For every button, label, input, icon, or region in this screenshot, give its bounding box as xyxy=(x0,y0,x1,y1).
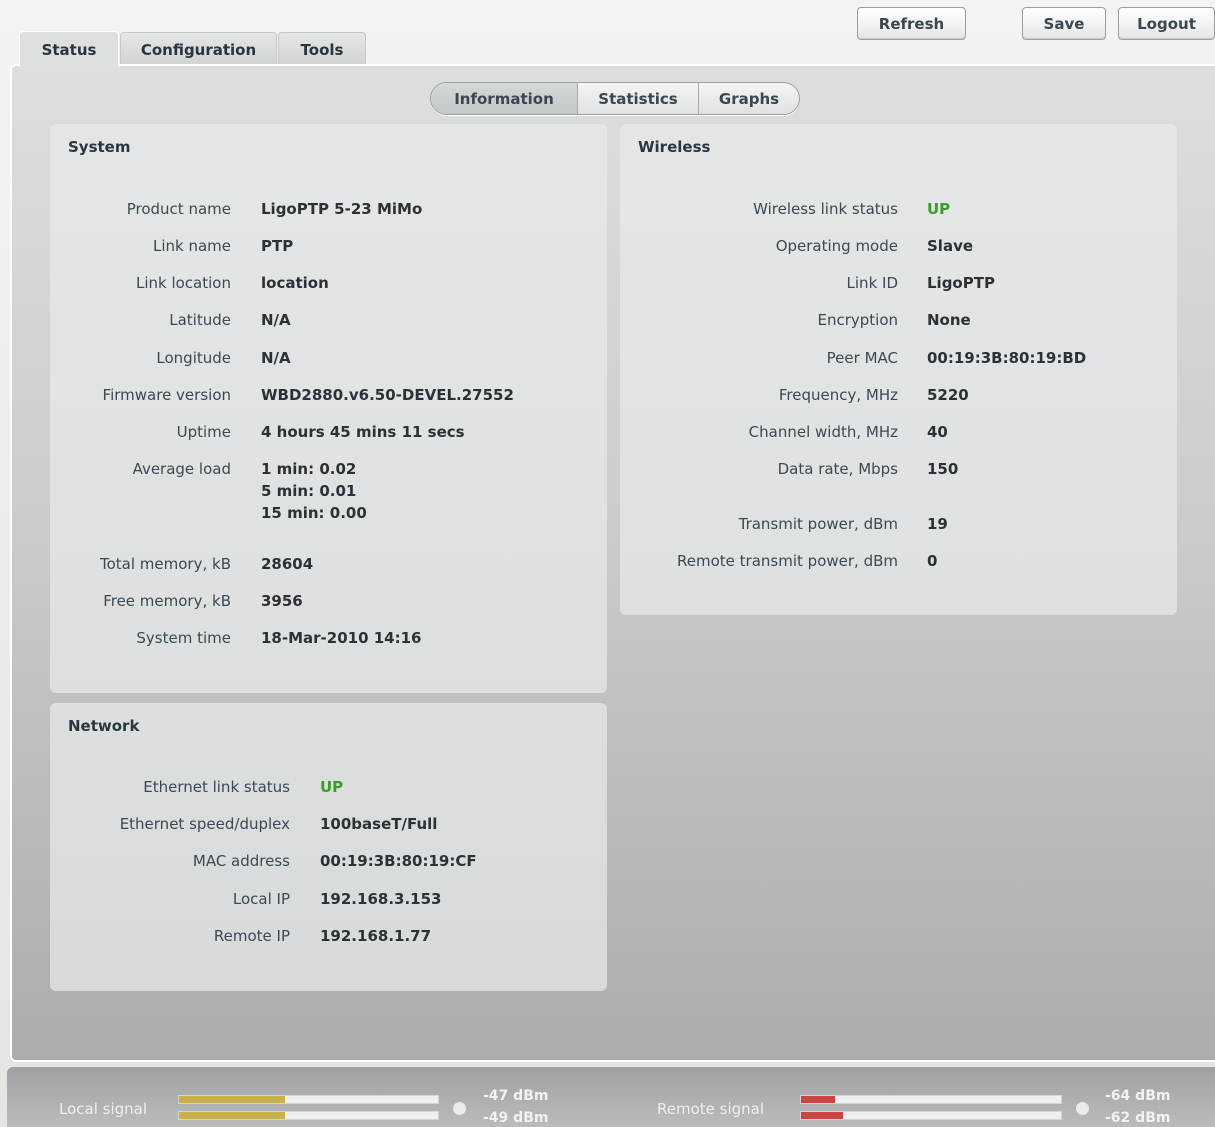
link-id-value: LigoPTP xyxy=(927,274,995,292)
longitude-label: Longitude xyxy=(156,349,231,367)
transmit-power-value: 19 xyxy=(927,515,948,533)
tab-configuration[interactable]: Configuration xyxy=(120,32,277,66)
data-rate-value: 150 xyxy=(927,460,959,478)
signal-footer: Local signal -47 dBm -49 dBm Remote sign… xyxy=(7,1067,1215,1127)
top-bar: Status Configuration Tools Refresh Save … xyxy=(0,0,1215,67)
save-button[interactable]: Save xyxy=(1022,7,1106,40)
channel-width-value: 40 xyxy=(927,423,948,441)
ethernet-status-value: UP xyxy=(320,778,344,796)
local-signal-label: Local signal xyxy=(59,1100,148,1118)
local-signal-chain0: -47 dBm xyxy=(483,1088,549,1104)
encryption-label: Encryption xyxy=(817,311,898,329)
remote-signal-bar-1 xyxy=(800,1111,1062,1120)
average-load-label: Average load xyxy=(132,460,231,478)
link-id-label: Link ID xyxy=(846,274,898,292)
local-signal-bar-0 xyxy=(178,1095,439,1104)
wireless-status-value: UP xyxy=(927,200,951,218)
refresh-button[interactable]: Refresh xyxy=(857,7,966,40)
logout-button[interactable]: Logout xyxy=(1118,7,1215,40)
subtab-information[interactable]: Information xyxy=(431,83,578,114)
subtab-statistics[interactable]: Statistics xyxy=(578,83,699,114)
frequency-label: Frequency, MHz xyxy=(778,386,898,404)
mac-address-label: MAC address xyxy=(192,852,290,870)
local-signal-chain1: -49 dBm xyxy=(483,1110,549,1126)
operating-mode-label: Operating mode xyxy=(775,237,898,255)
peer-mac-value: 00:19:3B:80:19:BD xyxy=(927,349,1087,367)
local-signal-bar-1 xyxy=(178,1111,439,1120)
average-load-5min: 5 min: 0.01 xyxy=(261,482,357,500)
remote-signal-indicator-icon xyxy=(1076,1102,1089,1115)
data-rate-label: Data rate, Mbps xyxy=(777,460,898,478)
product-name-value: LigoPTP 5-23 MiMo xyxy=(261,200,423,218)
wireless-status-label: Wireless link status xyxy=(753,200,898,218)
transmit-power-label: Transmit power, dBm xyxy=(738,515,898,533)
tab-tools[interactable]: Tools xyxy=(278,32,366,66)
uptime-value: 4 hours 45 mins 11 secs xyxy=(261,423,465,441)
remote-transmit-power-value: 0 xyxy=(927,552,938,570)
system-time-value: 18-Mar-2010 14:16 xyxy=(261,629,422,647)
link-name-label: Link name xyxy=(152,237,231,255)
uptime-label: Uptime xyxy=(176,423,231,441)
tab-status[interactable]: Status xyxy=(19,31,119,67)
remote-signal-bar-0 xyxy=(800,1095,1062,1104)
encryption-value: None xyxy=(927,311,971,329)
average-load-1min: 1 min: 0.02 xyxy=(261,460,357,478)
average-load-15min: 15 min: 0.00 xyxy=(261,504,367,522)
remote-signal-chain1: -62 dBm xyxy=(1105,1110,1171,1126)
subtab-graphs[interactable]: Graphs xyxy=(699,83,799,114)
network-title: Network xyxy=(68,717,140,735)
link-location-label: Link location xyxy=(135,274,231,292)
network-panel: Network Ethernet link status UP Ethernet… xyxy=(50,703,607,991)
link-name-value: PTP xyxy=(261,237,294,255)
latitude-value: N/A xyxy=(261,311,291,329)
remote-ip-value: 192.168.1.77 xyxy=(320,927,432,945)
local-ip-value: 192.168.3.153 xyxy=(320,890,442,908)
wireless-title: Wireless xyxy=(638,138,711,156)
remote-signal-chain0: -64 dBm xyxy=(1105,1088,1171,1104)
remote-transmit-power-label: Remote transmit power, dBm xyxy=(677,552,898,570)
system-time-label: System time xyxy=(136,629,231,647)
free-memory-value: 3956 xyxy=(261,592,303,610)
latitude-label: Latitude xyxy=(169,311,231,329)
operating-mode-value: Slave xyxy=(927,237,974,255)
ethernet-status-label: Ethernet link status xyxy=(143,778,290,796)
firmware-value: WBD2880.v6.50-DEVEL.27552 xyxy=(261,386,514,404)
frequency-value: 5220 xyxy=(927,386,969,404)
ethernet-speed-value: 100baseT/Full xyxy=(320,815,438,833)
longitude-value: N/A xyxy=(261,349,291,367)
wireless-panel: Wireless Wireless link status UP Operati… xyxy=(620,124,1177,615)
remote-signal-label: Remote signal xyxy=(657,1100,765,1118)
link-location-value: location xyxy=(261,274,329,292)
total-memory-label: Total memory, kB xyxy=(100,555,231,573)
mac-address-value: 00:19:3B:80:19:CF xyxy=(320,852,477,870)
system-panel: System Product name LigoPTP 5-23 MiMo Li… xyxy=(50,124,607,693)
total-memory-value: 28604 xyxy=(261,555,314,573)
free-memory-label: Free memory, kB xyxy=(103,592,231,610)
system-title: System xyxy=(68,138,131,156)
peer-mac-label: Peer MAC xyxy=(826,349,898,367)
channel-width-label: Channel width, MHz xyxy=(748,423,898,441)
ethernet-speed-label: Ethernet speed/duplex xyxy=(119,815,290,833)
subtab-bar: Information Statistics Graphs xyxy=(430,82,800,115)
local-signal-indicator-icon xyxy=(453,1102,466,1115)
remote-ip-label: Remote IP xyxy=(213,927,290,945)
local-ip-label: Local IP xyxy=(232,890,290,908)
product-name-label: Product name xyxy=(126,200,231,218)
firmware-label: Firmware version xyxy=(102,386,231,404)
